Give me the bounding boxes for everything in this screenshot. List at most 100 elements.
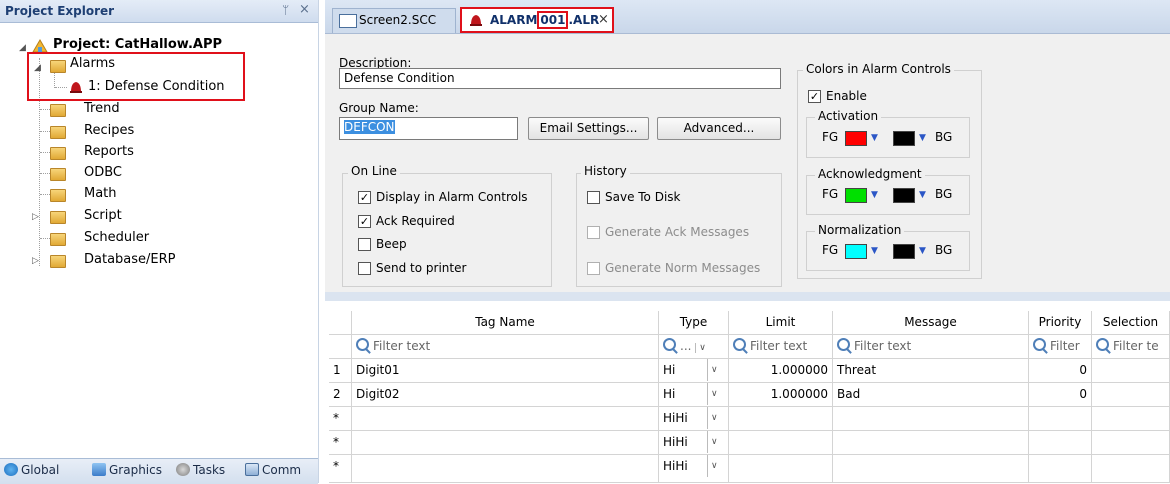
- tree-project-root[interactable]: Project: CatHallow.APP: [53, 37, 222, 53]
- cell-selection[interactable]: [1092, 407, 1170, 431]
- tree-item-reports[interactable]: Reports: [84, 144, 134, 160]
- cell-type[interactable]: HiHi ∨: [659, 455, 729, 483]
- graphics-icon: [92, 463, 106, 476]
- tree-item-database-erp[interactable]: Database/ERP: [84, 252, 176, 268]
- expand-arrow-icon[interactable]: ▷: [32, 212, 39, 222]
- cell-tag-name[interactable]: [352, 431, 659, 455]
- cell-tag-name[interactable]: Digit02: [352, 383, 659, 407]
- cell-limit[interactable]: 1.000000: [729, 383, 833, 407]
- cell-type[interactable]: HiHi ∨: [659, 431, 729, 455]
- cell-limit[interactable]: [729, 407, 833, 431]
- enable-colors-checkbox[interactable]: ✓: [808, 90, 821, 103]
- email-settings-button[interactable]: Email Settings...: [528, 117, 649, 140]
- display-in-alarm-controls-label: Display in Alarm Controls: [376, 190, 528, 204]
- chevron-down-icon[interactable]: ∨: [707, 383, 718, 405]
- dropdown-arrow-icon[interactable]: ▼: [871, 190, 878, 200]
- cell-priority[interactable]: 0: [1029, 383, 1092, 407]
- cell-limit[interactable]: 1.000000: [729, 359, 833, 383]
- filter-priority[interactable]: Filter: [1029, 335, 1092, 359]
- cell-message[interactable]: [833, 407, 1029, 431]
- search-icon: [837, 338, 850, 351]
- tree-item-scheduler[interactable]: Scheduler: [84, 230, 149, 246]
- filter-message[interactable]: Filter text: [833, 335, 1029, 359]
- cell-priority[interactable]: [1029, 407, 1092, 431]
- dropdown-arrow-icon[interactable]: ▼: [871, 246, 878, 256]
- activation-fg-swatch[interactable]: [845, 131, 867, 146]
- dropdown-arrow-icon[interactable]: ▼: [919, 133, 926, 143]
- cell-limit[interactable]: [729, 431, 833, 455]
- description-input[interactable]: Defense Condition: [339, 68, 781, 89]
- cell-limit[interactable]: [729, 455, 833, 483]
- expand-arrow-icon[interactable]: ▷: [32, 256, 39, 266]
- tab-screen2[interactable]: Screen2.SCC: [332, 8, 456, 33]
- close-panel-icon[interactable]: ×: [299, 2, 310, 17]
- cell-priority[interactable]: [1029, 431, 1092, 455]
- beep-checkbox[interactable]: [358, 238, 371, 251]
- cell-selection[interactable]: [1092, 359, 1170, 383]
- save-to-disk-checkbox[interactable]: [587, 191, 600, 204]
- chevron-down-icon[interactable]: ∨: [707, 431, 718, 453]
- close-tab-icon[interactable]: ×: [598, 12, 609, 27]
- activation-bg-swatch[interactable]: [893, 131, 915, 146]
- chevron-down-icon[interactable]: ∨: [707, 455, 718, 477]
- norm-fg-swatch[interactable]: [845, 244, 867, 259]
- tree-item-math[interactable]: Math: [84, 186, 117, 202]
- column-header-tag-name[interactable]: Tag Name: [352, 311, 659, 335]
- cell-message[interactable]: Bad: [833, 383, 1029, 407]
- cell-message[interactable]: Threat: [833, 359, 1029, 383]
- filter-limit[interactable]: Filter text: [729, 335, 833, 359]
- cell-selection[interactable]: [1092, 455, 1170, 483]
- tree-item-script[interactable]: Script: [84, 208, 122, 224]
- cell-tag-name[interactable]: Digit01: [352, 359, 659, 383]
- folder-icon: [50, 233, 66, 246]
- tree-item-recipes[interactable]: Recipes: [84, 123, 134, 139]
- cell-type[interactable]: Hi ∨: [659, 383, 729, 407]
- pin-icon[interactable]: ᛘ: [282, 3, 289, 17]
- cell-type[interactable]: Hi ∨: [659, 359, 729, 383]
- filter-tag-name[interactable]: Filter text: [352, 335, 659, 359]
- advanced-button[interactable]: Advanced...: [657, 117, 781, 140]
- cell-priority[interactable]: [1029, 455, 1092, 483]
- column-header-selection[interactable]: Selection: [1092, 311, 1170, 335]
- generate-ack-messages-checkbox[interactable]: [587, 226, 600, 239]
- dropdown-arrow-icon[interactable]: ▼: [871, 133, 878, 143]
- tab-alarm001[interactable]: ALARM 001 .ALR ×: [460, 7, 614, 33]
- cell-tag-name[interactable]: [352, 455, 659, 483]
- footer-tab-tasks[interactable]: Tasks: [176, 463, 225, 477]
- filter-type[interactable]: ... ∨: [659, 335, 729, 359]
- cell-message[interactable]: [833, 431, 1029, 455]
- chevron-down-icon[interactable]: ∨: [707, 407, 718, 429]
- column-header-limit[interactable]: Limit: [729, 311, 833, 335]
- column-header-priority[interactable]: Priority: [1029, 311, 1092, 335]
- send-to-printer-checkbox[interactable]: [358, 262, 371, 275]
- footer-tab-graphics[interactable]: Graphics: [92, 463, 162, 477]
- tree-item-odbc[interactable]: ODBC: [84, 165, 122, 181]
- tree-item-trend[interactable]: Trend: [84, 101, 120, 117]
- cell-priority[interactable]: 0: [1029, 359, 1092, 383]
- splitter-bar[interactable]: [325, 292, 1170, 301]
- cell-tag-name[interactable]: [352, 407, 659, 431]
- ack-required-checkbox[interactable]: ✓: [358, 215, 371, 228]
- column-header-type[interactable]: Type: [659, 311, 729, 335]
- cell-type[interactable]: HiHi ∨: [659, 407, 729, 431]
- ack-fg-swatch[interactable]: [845, 188, 867, 203]
- cell-selection[interactable]: [1092, 431, 1170, 455]
- footer-tab-comm[interactable]: Comm: [245, 463, 301, 477]
- filter-selection[interactable]: Filter te: [1092, 335, 1170, 359]
- column-header-message[interactable]: Message: [833, 311, 1029, 335]
- dropdown-arrow-icon[interactable]: ▼: [919, 190, 926, 200]
- chevron-down-icon[interactable]: ∨: [707, 359, 718, 381]
- history-group-title: History: [581, 164, 630, 178]
- search-icon: [663, 338, 676, 351]
- footer-tab-global[interactable]: Global: [4, 463, 59, 477]
- chevron-down-icon[interactable]: ∨: [695, 343, 706, 353]
- norm-bg-swatch[interactable]: [893, 244, 915, 259]
- generate-norm-messages-checkbox[interactable]: [587, 262, 600, 275]
- cell-selection[interactable]: [1092, 383, 1170, 407]
- collapse-arrow-icon[interactable]: ◢: [19, 43, 26, 53]
- dropdown-arrow-icon[interactable]: ▼: [919, 246, 926, 256]
- ack-bg-swatch[interactable]: [893, 188, 915, 203]
- cell-message[interactable]: [833, 455, 1029, 483]
- group-name-input[interactable]: DEFCON: [339, 117, 518, 140]
- display-in-alarm-controls-checkbox[interactable]: ✓: [358, 191, 371, 204]
